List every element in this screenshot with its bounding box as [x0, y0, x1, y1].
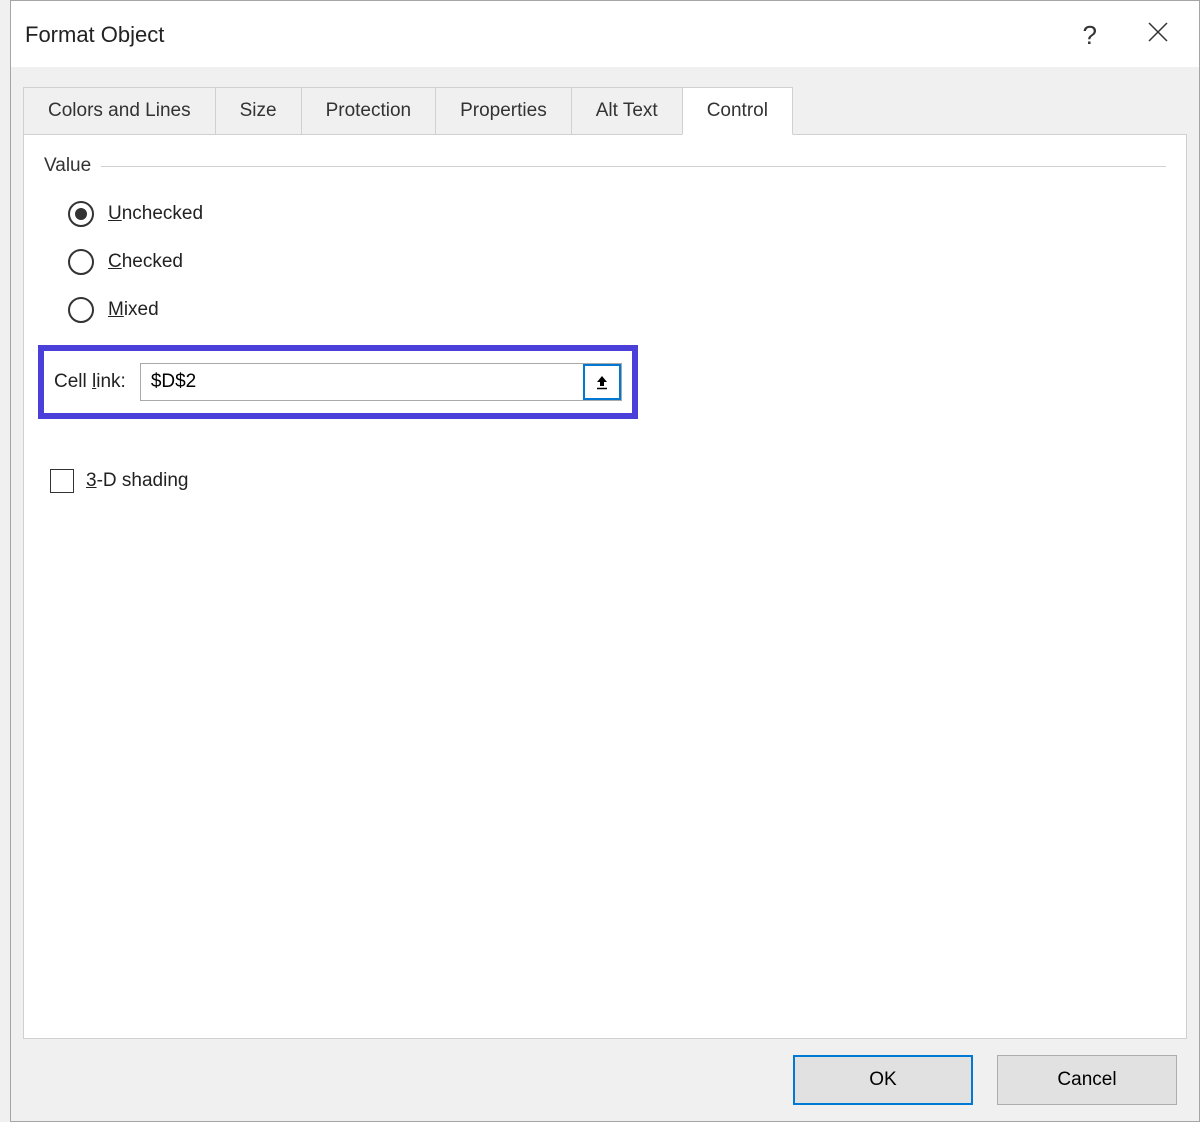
close-icon[interactable] — [1137, 15, 1179, 55]
tab-alt-text[interactable]: Alt Text — [571, 87, 683, 135]
tab-protection[interactable]: Protection — [301, 87, 437, 135]
value-group: Value — [44, 155, 1166, 177]
range-picker-button[interactable] — [583, 364, 621, 400]
tabs: Colors and Lines Size Protection Propert… — [23, 87, 1187, 135]
radio-icon — [68, 297, 94, 323]
cell-link-highlight-box: Cell link: — [38, 345, 638, 419]
titlebar: Format Object ? — [11, 1, 1199, 67]
radio-icon — [68, 201, 94, 227]
range-picker-icon — [593, 373, 611, 391]
radio-unchecked[interactable]: Unchecked — [68, 201, 1166, 227]
shading-checkbox[interactable]: 3-D shading — [44, 469, 1166, 493]
tab-properties[interactable]: Properties — [435, 87, 572, 135]
titlebar-controls: ? — [1083, 15, 1179, 55]
cell-link-input[interactable] — [141, 364, 583, 400]
tab-content-control: Value Unchecked Checked Mixed Cell link: — [23, 134, 1187, 1039]
group-divider — [101, 166, 1166, 167]
dialog-title: Format Object — [25, 22, 164, 48]
tab-control[interactable]: Control — [682, 87, 793, 135]
tabs-container: Colors and Lines Size Protection Propert… — [11, 67, 1199, 135]
dialog-footer: OK Cancel — [11, 1039, 1199, 1121]
radio-checked[interactable]: Checked — [68, 249, 1166, 275]
radio-icon — [68, 249, 94, 275]
tab-colors-and-lines[interactable]: Colors and Lines — [23, 87, 216, 135]
checkbox-icon — [50, 469, 74, 493]
cancel-button[interactable]: Cancel — [997, 1055, 1177, 1105]
shading-label: 3-D shading — [86, 470, 188, 492]
close-x-icon — [1147, 21, 1169, 43]
radio-mixed[interactable]: Mixed — [68, 297, 1166, 323]
format-object-dialog: Format Object ? Colors and Lines Size Pr… — [10, 0, 1200, 1122]
ok-button[interactable]: OK — [793, 1055, 973, 1105]
tab-size[interactable]: Size — [215, 87, 302, 135]
cell-link-input-container — [140, 363, 622, 401]
radio-mixed-label: Mixed — [108, 299, 159, 321]
help-icon[interactable]: ? — [1083, 20, 1097, 51]
cell-link-label: Cell link: — [54, 371, 126, 393]
radio-checked-label: Checked — [108, 251, 183, 273]
value-group-label: Value — [44, 155, 101, 177]
radio-unchecked-label: Unchecked — [108, 203, 203, 225]
value-radio-group: Unchecked Checked Mixed — [44, 201, 1166, 323]
